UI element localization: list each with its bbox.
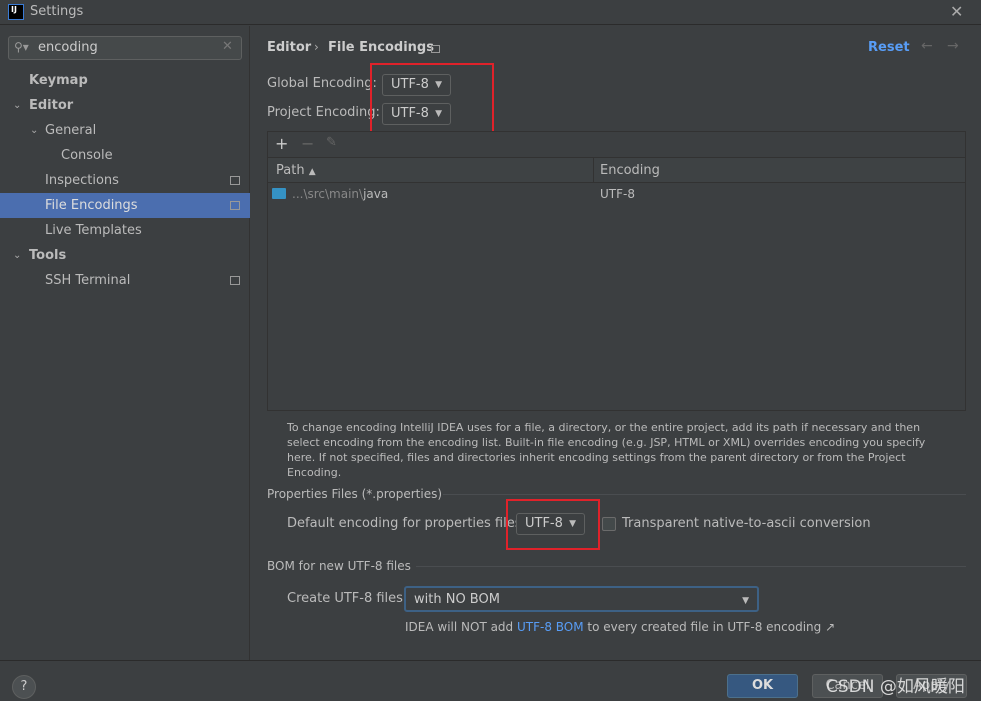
sidebar-item-keymap[interactable]: Keymap [0,68,250,93]
label: Path [276,163,305,178]
create-utf8-label: Create UTF-8 files: [287,591,408,606]
path-encoding-table: + − ✎ Path ▲ Encoding ...\src\main\java … [267,131,966,411]
label: Console [61,148,113,163]
add-icon[interactable]: + [275,134,288,153]
path-prefix: ...\src\main\ [292,187,364,201]
column-divider [593,158,594,183]
native-to-ascii-checkbox[interactable] [602,517,616,531]
table-toolbar: + − ✎ [268,132,965,158]
page-title: File Encodings [328,40,434,55]
chevron-down-icon[interactable]: ⌄ [13,243,21,268]
global-encoding-label: Global Encoding: [267,76,377,91]
dropdown-arrow-icon: ▼ [742,596,749,606]
project-scope-icon [431,45,440,53]
encoding-hint: To change encoding IntelliJ IDEA uses fo… [287,421,926,479]
divider [443,494,966,495]
column-encoding[interactable]: Encoding [600,163,660,178]
folder-icon [272,188,286,199]
window-title: Settings [30,4,84,19]
title-bar [0,0,981,25]
watermark: CSDN @如风暖阳 [826,677,965,697]
label: File Encodings [45,198,138,213]
highlight-box [506,499,600,550]
sidebar-item-file-encodings[interactable]: File Encodings [0,193,250,218]
column-path[interactable]: Path ▲ [276,163,316,178]
label: Tools [29,248,67,263]
sidebar-item-ssh-terminal[interactable]: SSH Terminal [0,268,250,293]
search-input[interactable]: ⚲▾ encoding ✕ [8,36,242,60]
label: Editor [29,98,74,113]
ok-button[interactable]: OK [727,674,798,698]
table-header: Path ▲ Encoding [268,158,965,183]
bom-section-title: BOM for new UTF-8 files [267,559,411,573]
sidebar-item-inspections[interactable]: Inspections [0,168,250,193]
breadcrumb-editor[interactable]: Editor [267,40,311,55]
back-arrow-icon[interactable]: ← [921,38,933,54]
label: SSH Terminal [45,273,131,288]
row-encoding: UTF-8 [600,187,635,201]
table-row[interactable]: ...\src\main\java UTF-8 [268,184,965,206]
utf8-bom-link[interactable]: UTF-8 BOM [517,620,584,634]
highlight-box [370,63,494,136]
sidebar-item-editor[interactable]: ⌄ Editor [0,93,250,118]
search-icon: ⚲▾ [14,40,29,54]
close-icon[interactable]: ✕ [950,2,963,21]
native-to-ascii-label[interactable]: Transparent native-to-ascii conversion [622,516,871,531]
remove-icon[interactable]: − [301,134,314,153]
chevron-down-icon[interactable]: ⌄ [30,118,38,143]
bom-select[interactable]: with NO BOM ▼ [404,586,759,612]
properties-section-title: Properties Files (*.properties) [267,487,443,501]
search-value: encoding [38,40,98,55]
properties-encoding-label: Default encoding for properties files: [287,516,526,531]
edit-icon[interactable]: ✎ [326,135,337,150]
sidebar-item-live-templates[interactable]: Live Templates [0,218,250,243]
sort-ascending-icon: ▲ [308,167,316,177]
label: General [45,123,97,138]
sidebar-item-general[interactable]: ⌄ General [0,118,250,143]
help-button[interactable]: ? [12,675,36,699]
chevron-down-icon[interactable]: ⌄ [13,93,21,118]
sidebar-item-tools[interactable]: ⌄ Tools [0,243,250,268]
divider [416,566,966,567]
project-scope-icon [230,276,240,285]
sidebar-item-console[interactable]: Console [0,143,250,168]
project-encoding-label: Project Encoding: [267,105,380,120]
clear-icon[interactable]: ✕ [222,39,233,54]
bom-note-suffix: to every created file in UTF-8 encoding … [583,620,836,634]
project-scope-icon [230,176,240,185]
breadcrumb-separator-icon: › [314,40,319,54]
path-name: java [363,187,389,201]
label: Inspections [45,173,119,188]
forward-arrow-icon[interactable]: → [947,38,959,54]
project-scope-icon [230,201,240,210]
bom-note: IDEA will NOT add [405,620,517,634]
value: with NO BOM [414,592,500,607]
label: Live Templates [45,223,142,238]
app-logo: IJ [8,4,24,20]
label: Keymap [29,73,88,88]
reset-link[interactable]: Reset [868,40,910,55]
